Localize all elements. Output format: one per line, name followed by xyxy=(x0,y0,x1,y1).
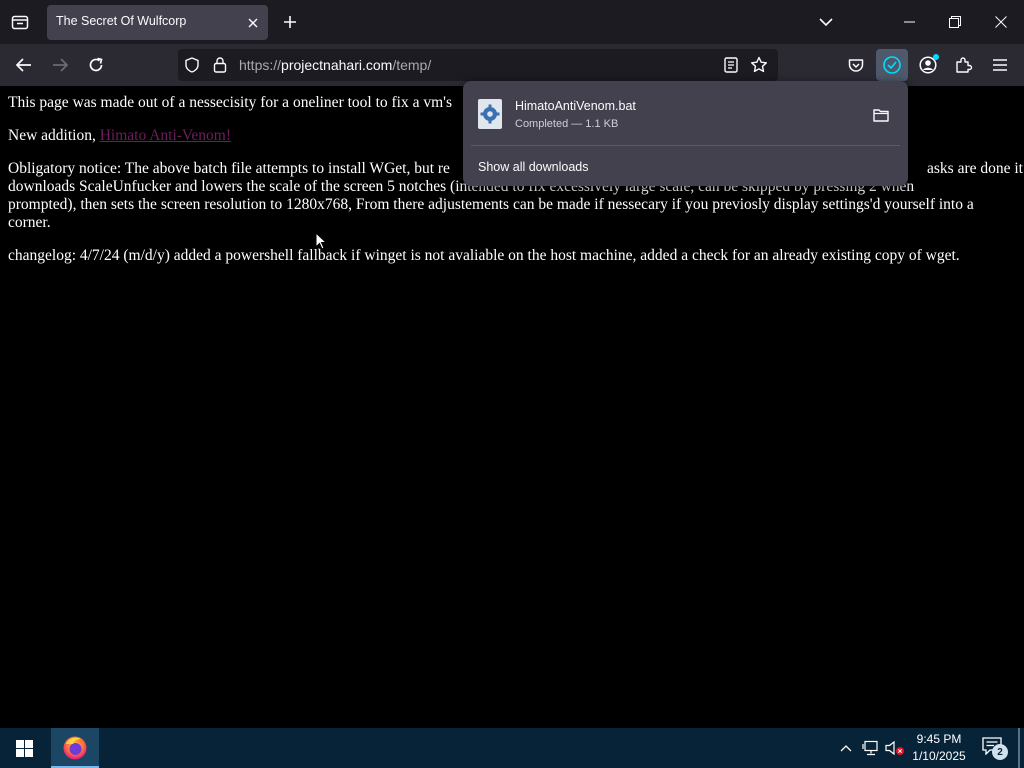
minimize-icon xyxy=(903,21,915,23)
show-in-folder-button[interactable] xyxy=(869,103,893,127)
changelog-paragraph: changelog: 4/7/24 (m/d/y) added a powers… xyxy=(8,247,960,264)
clock-date: 1/10/2025 xyxy=(912,749,966,763)
downloads-button[interactable] xyxy=(876,49,908,81)
himato-anti-venom-link[interactable]: Himato Anti-Venom! xyxy=(100,127,231,144)
forward-button[interactable] xyxy=(44,49,76,81)
address-bar[interactable]: https://projectnahari.com/temp/ xyxy=(178,49,778,81)
notice-line-3: prompted), then sets the screen resoluti… xyxy=(8,196,974,213)
plus-icon xyxy=(284,16,296,28)
navigation-toolbar: https://projectnahari.com/temp/ xyxy=(0,44,1024,86)
account-button[interactable] xyxy=(912,49,944,81)
reader-view-icon[interactable] xyxy=(724,57,738,77)
tracking-protection-shield-icon[interactable] xyxy=(184,57,200,77)
restore-button[interactable] xyxy=(932,0,978,44)
show-desktop-button[interactable] xyxy=(1018,728,1020,768)
reload-button[interactable] xyxy=(80,49,112,81)
addition-text: New addition, xyxy=(8,127,100,144)
chevron-down-icon xyxy=(819,17,833,26)
volume-muted-icon xyxy=(885,740,904,756)
chevron-up-icon xyxy=(840,745,852,752)
firefox-view-button[interactable] xyxy=(4,6,36,38)
pocket-button[interactable] xyxy=(840,49,872,81)
downloads-separator xyxy=(471,145,900,146)
network-icon xyxy=(862,740,878,756)
url-scheme: https:// xyxy=(239,57,282,73)
tab-close-button[interactable] xyxy=(242,12,264,34)
notice-line-1-end: asks are done it xyxy=(927,160,1023,177)
arrow-left-icon xyxy=(16,58,31,72)
network-tray-button[interactable] xyxy=(860,736,882,760)
batch-file-icon xyxy=(476,98,504,130)
new-tab-button[interactable] xyxy=(276,8,304,36)
volume-tray-button[interactable] xyxy=(884,736,906,760)
show-hidden-icons-button[interactable] xyxy=(835,736,857,760)
download-status: Completed — 1.1 KB xyxy=(515,118,619,130)
notice-line-2-start: downloads ScaleUnfucker and lowers the s… xyxy=(8,178,456,195)
windows-taskbar: 9:45 PM 1/10/2025 2 xyxy=(0,728,1024,768)
tab-active[interactable]: The Secret Of Wulfcorp xyxy=(47,5,268,40)
tab-strip: The Secret Of Wulfcorp xyxy=(0,0,1024,44)
taskbar-clock[interactable]: 9:45 PM 1/10/2025 xyxy=(905,731,973,765)
back-button[interactable] xyxy=(8,49,40,81)
puzzle-icon xyxy=(956,57,973,73)
tab-title: The Secret Of Wulfcorp xyxy=(56,14,187,28)
firefox-icon xyxy=(63,736,87,760)
url-host: projectnahari.com xyxy=(281,57,393,73)
mouse-cursor-icon xyxy=(315,231,328,250)
pocket-icon xyxy=(848,58,864,72)
notice-line-4: corner. xyxy=(8,214,51,231)
notice-line-1-start: Obligatory notice: The above batch file … xyxy=(8,160,450,177)
downloads-panel: HimatoAntiVenom.bat Completed — 1.1 KB S… xyxy=(463,81,908,186)
download-item[interactable]: HimatoAntiVenom.bat Completed — 1.1 KB xyxy=(470,89,901,141)
lock-icon[interactable] xyxy=(213,56,227,77)
notification-count-badge: 2 xyxy=(992,744,1008,760)
close-icon xyxy=(248,18,258,28)
menu-button[interactable] xyxy=(984,49,1016,81)
window-close-button[interactable] xyxy=(978,0,1024,44)
arrow-right-icon xyxy=(53,58,68,72)
minimize-button[interactable] xyxy=(886,0,932,44)
windows-logo-icon xyxy=(15,739,33,757)
hamburger-menu-icon xyxy=(993,59,1007,71)
extensions-button[interactable] xyxy=(948,49,980,81)
show-all-downloads-link[interactable]: Show all downloads xyxy=(478,160,589,174)
url-path: /temp/ xyxy=(392,57,432,73)
download-file-name: HimatoAntiVenom.bat xyxy=(515,99,636,113)
folder-icon xyxy=(873,109,889,122)
reload-icon xyxy=(89,57,103,72)
bookmark-star-icon[interactable] xyxy=(750,56,768,78)
taskbar-firefox-button[interactable] xyxy=(51,728,99,768)
firefox-view-icon xyxy=(11,15,29,30)
notification-dot xyxy=(933,54,939,60)
action-center-button[interactable]: 2 xyxy=(980,734,1010,762)
start-button[interactable] xyxy=(0,728,48,768)
close-icon xyxy=(995,16,1007,28)
list-all-tabs-button[interactable] xyxy=(803,0,849,44)
download-complete-icon xyxy=(883,56,901,74)
url-text[interactable]: https://projectnahari.com/temp/ xyxy=(239,57,431,73)
clock-time: 9:45 PM xyxy=(916,732,962,746)
restore-icon xyxy=(949,16,961,28)
